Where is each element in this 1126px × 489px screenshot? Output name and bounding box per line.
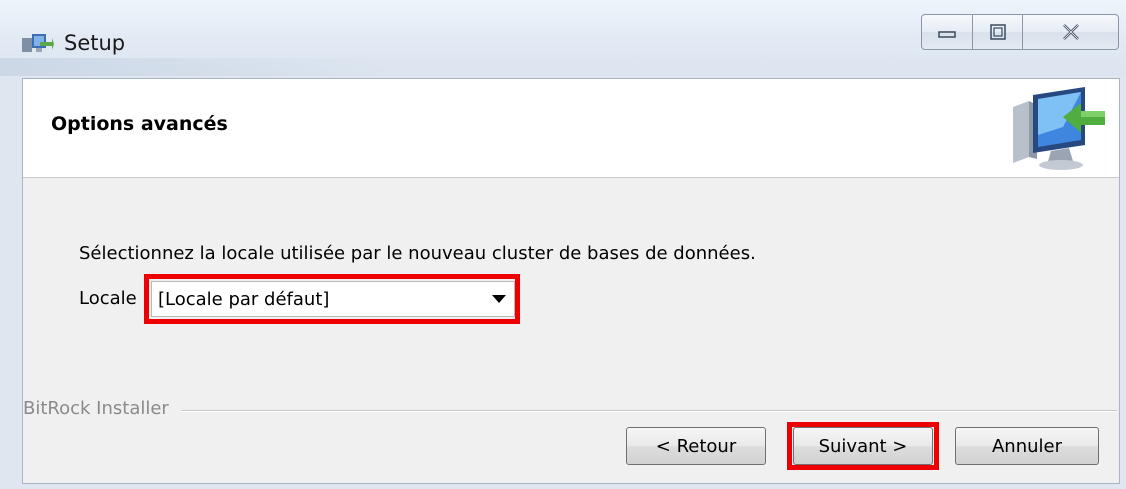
footer-separator (23, 410, 1119, 412)
caption-buttons (921, 14, 1119, 50)
maximize-icon (989, 24, 1006, 40)
close-button[interactable] (1023, 14, 1119, 50)
header-panel: Options avancés (23, 79, 1119, 178)
installer-app-icon (22, 34, 54, 52)
minimize-button[interactable] (921, 14, 973, 50)
dialog-client-area: Options avancés Sélectionnez la locale u… (22, 78, 1120, 484)
setup-window: Setup Options avancés Sélectionnez la lo… (0, 0, 1126, 489)
maximize-button[interactable] (973, 14, 1023, 50)
title-bar-shade (0, 58, 400, 76)
brand-label: BitRock Installer (23, 398, 175, 419)
cancel-button[interactable]: Annuler (955, 427, 1099, 465)
separator-rule (181, 410, 1117, 412)
back-button[interactable]: < Retour (626, 427, 766, 465)
minimize-icon (938, 31, 956, 38)
title-bar[interactable]: Setup (0, 0, 1126, 76)
next-button-highlight (787, 422, 939, 470)
close-icon (1062, 24, 1079, 40)
locale-label: Locale (79, 288, 137, 309)
computer-install-arrow-icon (1013, 87, 1105, 170)
locale-select-highlight (144, 274, 520, 324)
page-title: Options avancés (51, 113, 228, 135)
instruction-text: Sélectionnez la locale utilisée par le n… (79, 243, 756, 264)
window-title: Setup (64, 31, 126, 55)
